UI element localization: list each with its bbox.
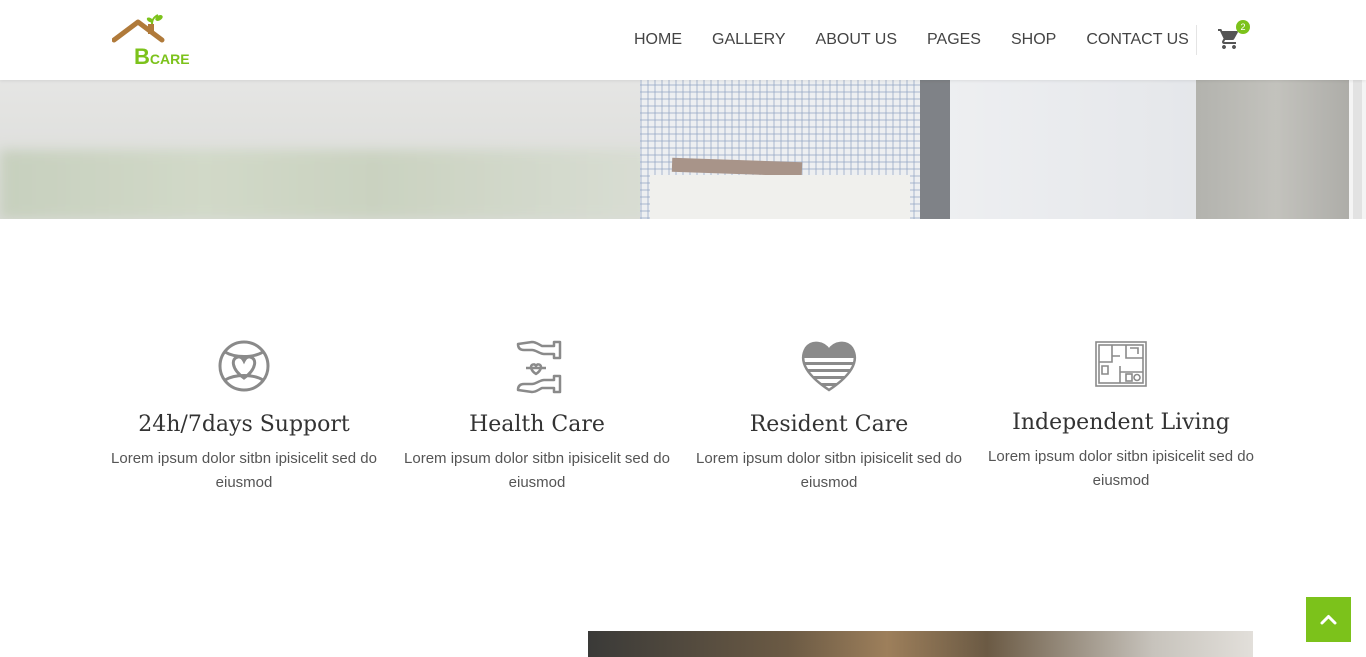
nav-gallery[interactable]: GALLERY <box>712 31 786 49</box>
feature-title: 24h/7days Support <box>138 412 350 437</box>
feature-text: Lorem ipsum dolor sitbn ipisicelit sed d… <box>696 450 962 491</box>
nav-home[interactable]: HOME <box>634 31 682 49</box>
feature-resident-care: Resident Care Lorem ipsum dolor sitbn ip… <box>683 338 975 495</box>
hands-heart-icon <box>516 340 562 394</box>
feature-health-care: Health Care Lorem ipsum dolor sitbn ipis… <box>391 338 683 495</box>
logo[interactable]: BCARE <box>111 14 192 70</box>
nav-pages[interactable]: PAGES <box>927 31 981 49</box>
feature-title: Health Care <box>469 412 605 437</box>
feature-title: Independent Living <box>1012 410 1230 435</box>
nav-about-us[interactable]: ABOUT US <box>816 31 898 49</box>
logo-text: BCARE <box>134 44 190 69</box>
feature-text: Lorem ipsum dolor sitbn ipisicelit sed d… <box>111 450 377 491</box>
feature-support: 24h/7days Support Lorem ipsum dolor sitb… <box>98 338 390 495</box>
feature-text: Lorem ipsum dolor sitbn ipisicelit sed d… <box>988 448 1254 489</box>
back-to-top-button[interactable] <box>1306 597 1351 642</box>
main-nav: HOME GALLERY ABOUT US PAGES SHOP CONTACT… <box>634 31 1219 49</box>
floor-plan-icon <box>1095 341 1147 387</box>
striped-heart-icon <box>802 341 856 392</box>
cart-count-badge: 2 <box>1236 20 1250 34</box>
feature-title: Resident Care <box>749 412 909 437</box>
section-image <box>588 631 1253 657</box>
site-header: BCARE HOME GALLERY ABOUT US PAGES SHOP C… <box>0 0 1366 80</box>
hero-image <box>0 80 1366 219</box>
chevron-up-icon <box>1320 615 1337 625</box>
feature-independent-living: Independent Living Lorem ipsum dolor sit… <box>975 338 1267 493</box>
nav-divider <box>1196 25 1197 55</box>
globe-heart-icon <box>218 340 270 392</box>
scrollbar[interactable] <box>1349 80 1366 219</box>
nav-contact-us[interactable]: CONTACT US <box>1086 31 1189 49</box>
nav-shop[interactable]: SHOP <box>1011 31 1056 49</box>
feature-text: Lorem ipsum dolor sitbn ipisicelit sed d… <box>404 450 670 491</box>
